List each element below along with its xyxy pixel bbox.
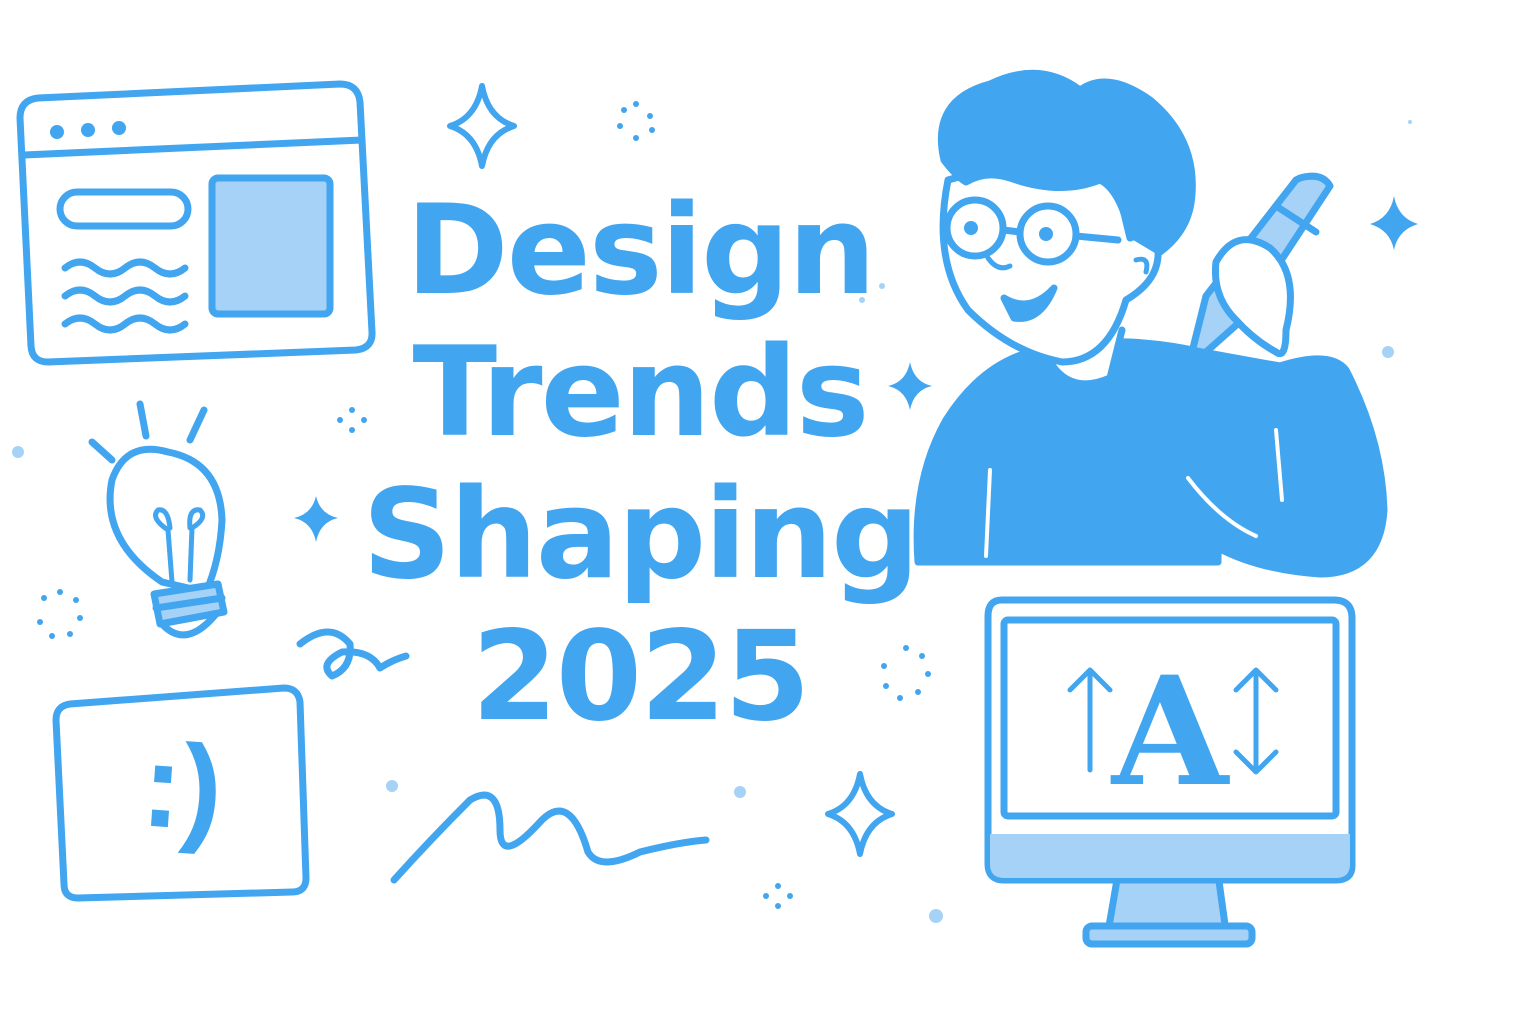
headline: Design Trends Shaping 2025 <box>360 180 920 748</box>
lightbulb-icon <box>88 400 228 639</box>
font-size-up-arrow-icon <box>1067 667 1113 773</box>
headline-line-2: Trends <box>412 321 869 465</box>
designer-character <box>913 69 1388 578</box>
headline-line-3: Shaping <box>362 463 920 607</box>
headline-line-4: 2025 <box>471 605 810 749</box>
headline-line-1: Design <box>405 179 876 323</box>
font-glyph: A <box>1110 644 1231 820</box>
font-size-down-arrow-icon <box>1233 667 1279 775</box>
emoticon-text: :) <box>138 717 227 856</box>
browser-window-icon <box>16 80 376 366</box>
